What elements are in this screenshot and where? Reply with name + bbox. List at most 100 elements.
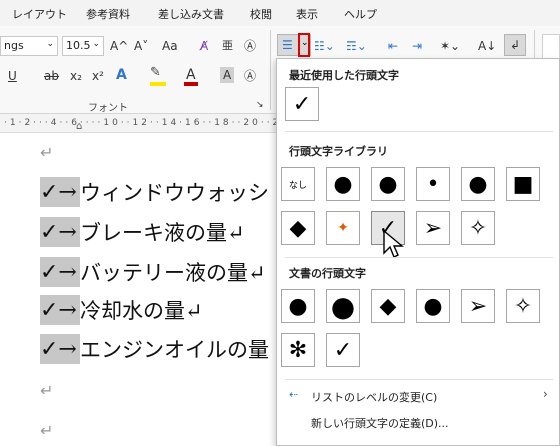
bullet-option[interactable]: ✧ (506, 289, 540, 323)
mouse-cursor-icon (383, 229, 404, 258)
sort-icon[interactable]: A↓ (478, 37, 496, 55)
chevron-down-icon: ⌄ (92, 39, 100, 49)
tab-view[interactable]: 表示 (296, 0, 318, 22)
define-new-bullet-label: 新しい行頭文字の定義(D)... (311, 417, 449, 430)
char-shading-icon[interactable]: A (220, 67, 235, 83)
bullet-option[interactable]: ◆ (371, 289, 405, 323)
increase-indent-icon[interactable]: ⇥ (412, 37, 422, 55)
paragraph-mark-icon: ↲ (510, 38, 521, 52)
bullet-option[interactable]: • (416, 167, 450, 201)
bullet-option[interactable]: ✻ (281, 333, 315, 367)
four-point-star-icon: ✧ (468, 215, 488, 241)
empty-paragraph-mark: ↵ (40, 421, 54, 440)
diamond-icon: ◆ (289, 215, 307, 241)
list-item[interactable]: ✓→ ブレーキ液の量↵ (40, 217, 245, 247)
bullet-library-dropdown: 最近使用した行頭文字 ✓ 行頭文字ライブラリ なし ● ● • ● ■ ◆ ✦ … (276, 58, 560, 446)
divider (285, 379, 553, 380)
bullet-option[interactable]: ◆ (281, 211, 315, 245)
indent-marker-icon[interactable]: ⌂ (76, 121, 82, 132)
shrink-font-icon[interactable]: A˅ (134, 37, 148, 55)
bullet-option[interactable]: ■ (506, 167, 540, 201)
font-name-combo[interactable]: ngs ⌄ (0, 36, 58, 56)
numbering-icon[interactable]: ☷⌄ (314, 37, 335, 55)
bullet-option[interactable]: ● (326, 289, 360, 323)
bullet-option[interactable]: ✓ (326, 333, 360, 367)
font-size-combo[interactable]: 10.5 ⌄ (62, 36, 104, 56)
font-group-label: フォント (88, 103, 128, 114)
list-level-icon: ⇠ (289, 388, 299, 401)
bullets-dropdown-arrow[interactable]: ⌄ (298, 33, 310, 57)
subscript-icon[interactable]: x₂ (70, 67, 82, 85)
bullet-option[interactable]: ● (281, 289, 315, 323)
bullet-library-title: 行頭文字ライブラリ (289, 145, 388, 158)
bullet-check: ✓→ (40, 257, 80, 287)
bullet-option[interactable]: ➢ (461, 289, 495, 323)
filled-circle-icon: ● (378, 171, 398, 197)
tab-review[interactable]: 校閲 (250, 0, 272, 22)
horizontal-ruler[interactable]: ·1·2···4··6····10··12··14·16··18··20··22… (0, 115, 316, 133)
decrease-indent-icon[interactable]: ⇤ (388, 37, 398, 55)
superscript-icon[interactable]: x² (92, 67, 104, 85)
change-case-icon[interactable]: Aa (162, 37, 178, 55)
ruler-ticks: ·1·2···4··6····10··12··14·16··18··20··22… (4, 118, 320, 128)
phonetic-guide-icon[interactable]: 亜 (222, 37, 233, 55)
divider (285, 257, 553, 258)
list-item[interactable]: ✓→ バッテリー液の量↵ (40, 257, 266, 287)
list-item-text: 冷却水の量↵ (80, 299, 203, 323)
bullets-button[interactable]: ☰ ⌄ (277, 33, 311, 57)
font-color-bar (184, 82, 198, 86)
change-list-level-item[interactable]: ⇠ リストのレベルの変更(C) › (277, 385, 559, 407)
show-marks-button[interactable]: ↲ (504, 34, 526, 56)
bullet-option[interactable]: ● (461, 167, 495, 201)
underline-icon[interactable]: U (8, 67, 17, 85)
enclose-char-icon[interactable]: Ⓐ (244, 37, 256, 55)
bullet-check: ✓→ (40, 295, 80, 325)
char-border-icon[interactable]: Ⓐ (244, 67, 256, 85)
tab-layout[interactable]: レイアウト (12, 0, 67, 22)
list-item[interactable]: ✓→ 冷却水の量↵ (40, 295, 203, 325)
strikethrough-icon[interactable]: ab (44, 67, 59, 85)
bullet-option[interactable]: ✦ (326, 211, 360, 245)
asian-layout-icon[interactable]: ✶⌄ (440, 37, 460, 55)
bullet-check: ✓→ (40, 217, 80, 247)
bullet-option[interactable]: ● (416, 289, 450, 323)
grow-font-icon[interactable]: A^ (110, 37, 128, 55)
tab-references[interactable]: 参考資料 (86, 0, 130, 22)
list-item-text: バッテリー液の量↵ (80, 261, 266, 285)
clear-format-icon[interactable]: A̸ (200, 37, 208, 55)
list-item[interactable]: ✓→ エンジンオイルの量 (40, 334, 269, 364)
asterisk-icon: ✻ (288, 337, 308, 363)
none-label: なし (288, 180, 307, 191)
bullet-option[interactable]: ● (326, 167, 360, 201)
color-star-icon: ✦ (337, 220, 349, 236)
multilevel-list-icon[interactable]: ☶⌄ (346, 37, 367, 55)
chevron-down-icon: ⌄ (301, 38, 309, 48)
divider (285, 131, 553, 132)
filled-square-icon: ■ (512, 171, 534, 197)
bullet-option[interactable]: ➢ (416, 211, 450, 245)
arrowhead-icon: ➢ (468, 293, 488, 319)
arrowhead-icon: ➢ (423, 215, 443, 241)
define-new-bullet-item[interactable]: 新しい行頭文字の定義(D)... (277, 411, 559, 433)
small-circle-icon: • (426, 171, 440, 197)
bullet-option[interactable]: ✧ (461, 211, 495, 245)
highlight-icon[interactable]: ✎ (150, 64, 161, 82)
tab-mailings[interactable]: 差し込み文書 (158, 0, 224, 22)
recent-bullets-title: 最近使用した行頭文字 (289, 69, 399, 82)
dialog-launcher-icon[interactable]: ↘ (256, 96, 264, 114)
recent-bullet-check[interactable]: ✓ (285, 87, 319, 121)
filled-circle-icon: ● (423, 293, 443, 319)
text-effects-icon[interactable]: A (116, 66, 127, 84)
bullet-check: ✓→ (40, 177, 80, 207)
font-size-value: 10.5 (66, 39, 91, 52)
bullet-none[interactable]: なし (281, 167, 315, 201)
bullet-option[interactable]: ● (371, 167, 405, 201)
list-item[interactable]: ✓→ ウィンドウウォッシ (40, 177, 269, 207)
ribbon-tabs: レイアウト 参考資料 差し込み文書 校閲 表示 ヘルプ (0, 0, 560, 26)
tab-help[interactable]: ヘルプ (344, 0, 377, 22)
list-item-text: ブレーキ液の量↵ (80, 221, 245, 245)
highlight-color-bar (150, 82, 166, 86)
chevron-right-icon: › (543, 387, 548, 401)
filled-circle-icon: ● (333, 171, 353, 197)
list-item-text: ウィンドウウォッシ (80, 181, 269, 205)
